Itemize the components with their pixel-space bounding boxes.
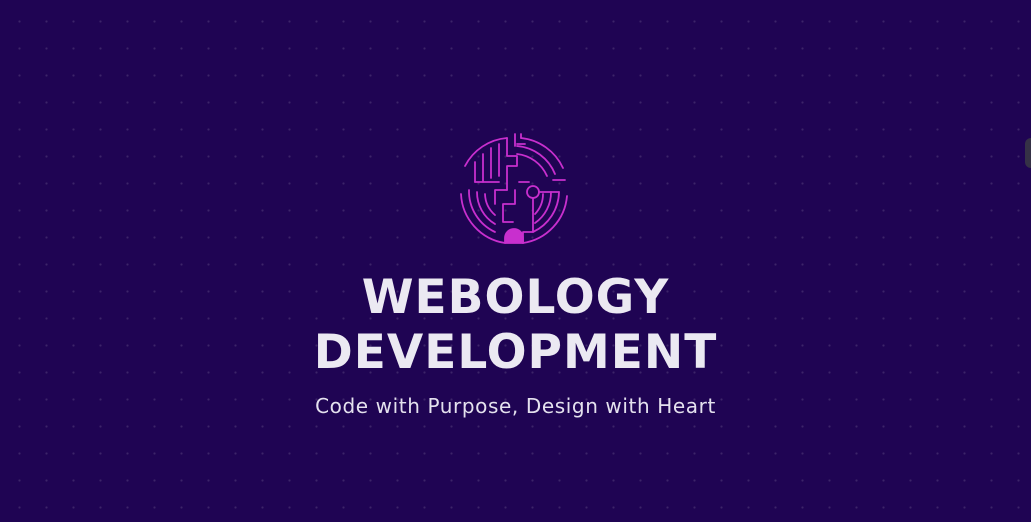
hero-section: WEBOLOGY DEVELOPMENT Code with Purpose, … — [0, 0, 1031, 522]
title-line-1: WEBOLOGY — [361, 270, 670, 325]
title-line-2: DEVELOPMENT — [313, 325, 718, 380]
scroll-handle[interactable] — [1025, 138, 1031, 168]
tagline: Code with Purpose, Design with Heart — [315, 394, 716, 418]
page-title: WEBOLOGY DEVELOPMENT — [0, 270, 1031, 380]
circuit-brain-logo-icon — [455, 132, 573, 250]
